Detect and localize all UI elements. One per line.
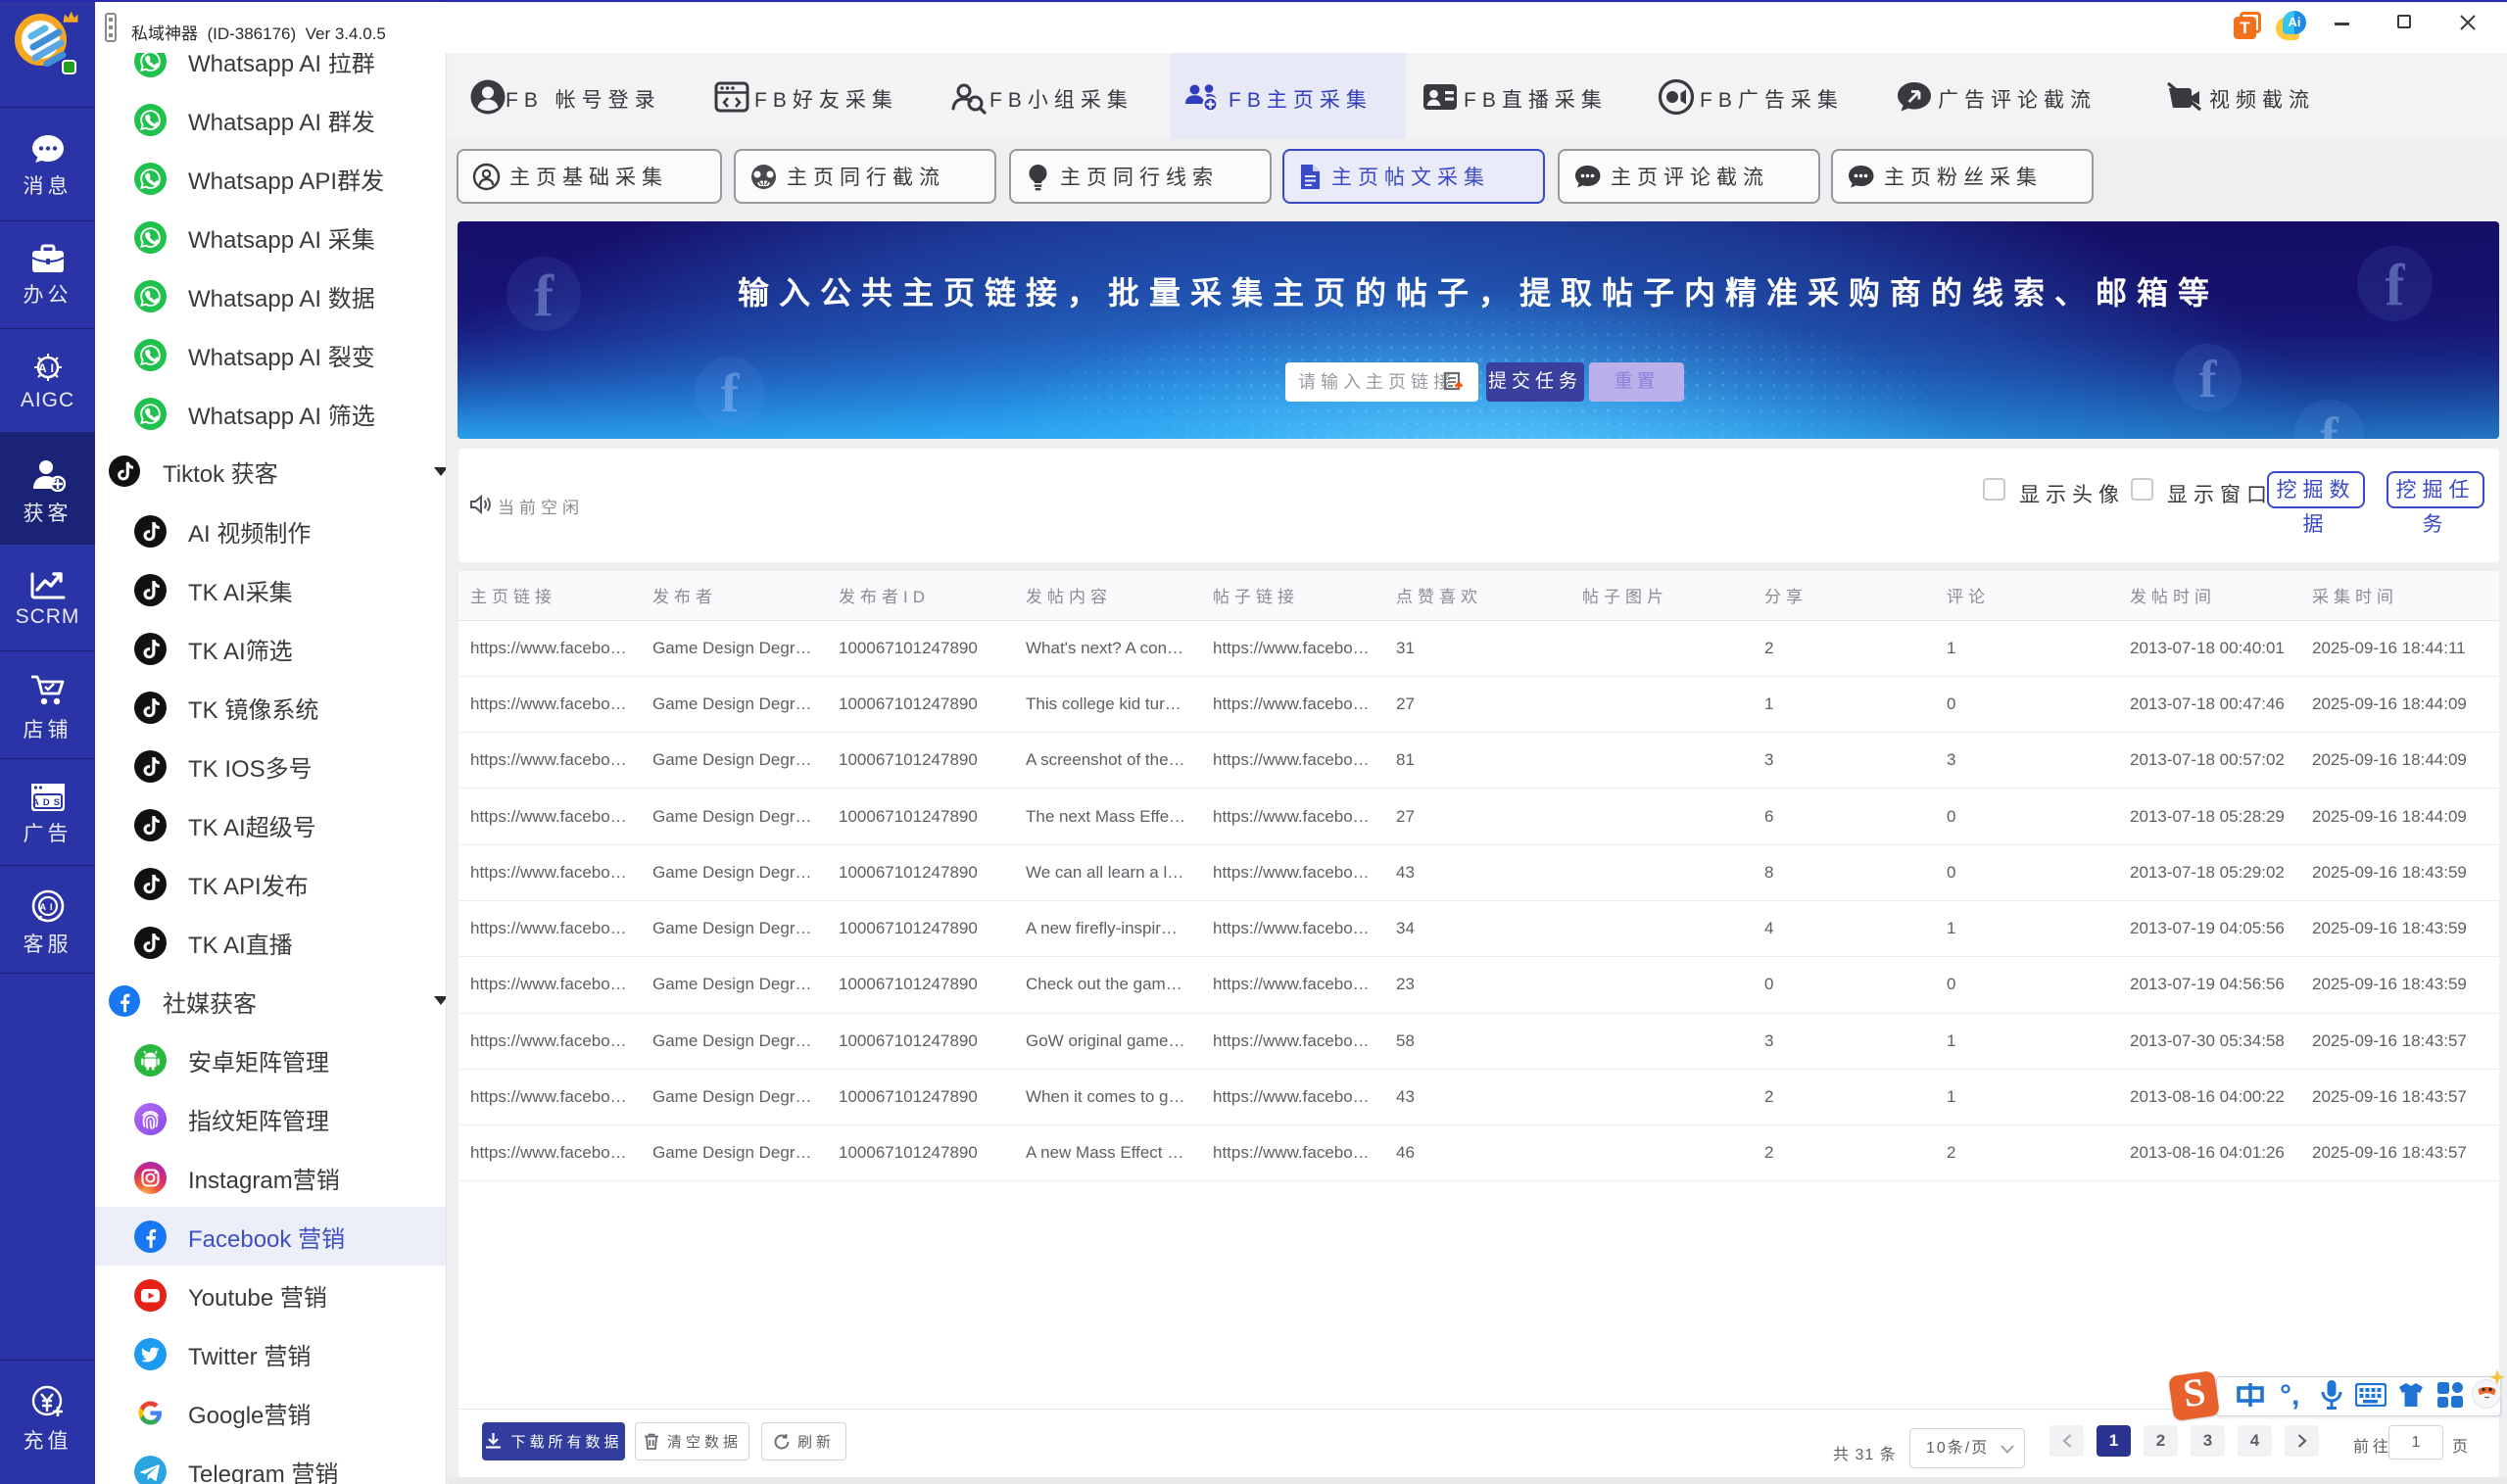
- svg-text:AI: AI: [39, 902, 56, 912]
- svg-text:AI: AI: [38, 361, 58, 375]
- svg-text:ADS: ADS: [31, 797, 63, 808]
